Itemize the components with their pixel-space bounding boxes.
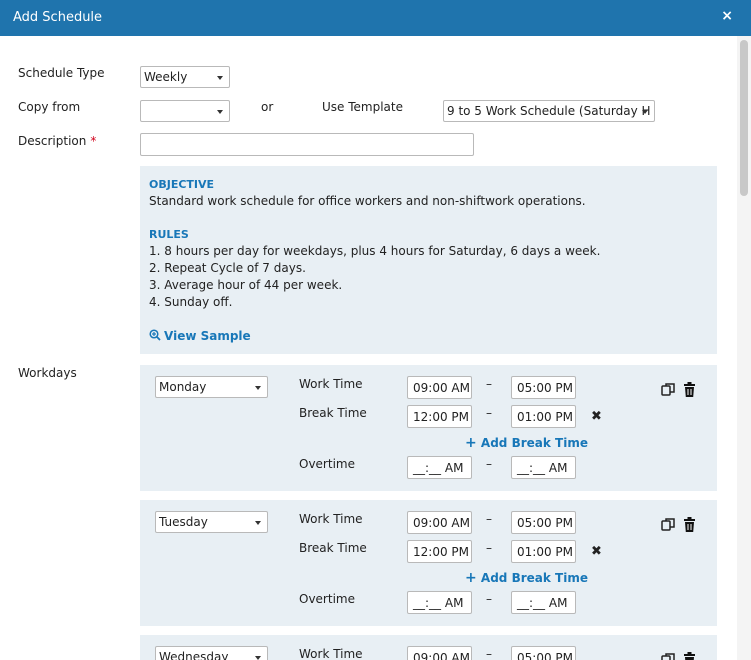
break-end-input[interactable]: 01:00 PM bbox=[511, 405, 576, 428]
template-select[interactable]: 9 to 5 Work Schedule (Saturday H bbox=[443, 100, 655, 122]
overtime-end-input[interactable]: __:__ AM bbox=[511, 591, 576, 614]
overtime-label: Overtime bbox=[299, 457, 355, 471]
or-label: or bbox=[261, 100, 274, 114]
trash-icon[interactable] bbox=[683, 517, 696, 532]
break-start-input[interactable]: 12:00 PM bbox=[407, 405, 472, 428]
rule-item: 3. Average hour of 44 per week. bbox=[149, 278, 343, 292]
overtime-label: Overtime bbox=[299, 592, 355, 606]
day-select[interactable]: Tuesday bbox=[155, 511, 268, 533]
workdays-label: Workdays bbox=[18, 366, 77, 380]
overtime-start-input[interactable]: __:__ AM bbox=[407, 456, 472, 479]
scrollbar-thumb[interactable] bbox=[740, 40, 748, 196]
zoom-in-icon bbox=[149, 329, 161, 341]
add-break-time-label: Add Break Time bbox=[480, 436, 588, 450]
rules-heading: RULES bbox=[149, 228, 189, 241]
work-start-input[interactable]: 09:00 AM bbox=[407, 646, 472, 660]
workday-card: Wednesday Work Time 09:00 AM – 05:00 PM bbox=[140, 635, 717, 660]
break-time-label: Break Time bbox=[299, 406, 367, 420]
day-select[interactable]: Wednesday bbox=[155, 646, 268, 660]
range-dash: – bbox=[486, 541, 492, 555]
schedule-type-label: Schedule Type bbox=[18, 66, 105, 80]
close-icon[interactable]: × bbox=[721, 8, 733, 24]
work-time-label: Work Time bbox=[299, 647, 363, 660]
range-dash: – bbox=[486, 457, 492, 471]
use-template-label: Use Template bbox=[322, 100, 403, 114]
work-start-input[interactable]: 09:00 AM bbox=[407, 376, 472, 399]
plus-icon: + bbox=[465, 435, 477, 451]
day-value: Monday bbox=[159, 380, 207, 394]
vertical-scrollbar[interactable] bbox=[737, 36, 751, 660]
day-select[interactable]: Monday bbox=[155, 376, 268, 398]
chevron-down-icon bbox=[642, 110, 648, 114]
rule-item: 1. 8 hours per day for weekdays, plus 4 … bbox=[149, 244, 601, 258]
break-time-label: Break Time bbox=[299, 541, 367, 555]
work-time-label: Work Time bbox=[299, 512, 363, 526]
rule-item: 2. Repeat Cycle of 7 days. bbox=[149, 261, 306, 275]
add-break-time-label: Add Break Time bbox=[480, 571, 588, 585]
day-value: Tuesday bbox=[159, 515, 208, 529]
work-end-input[interactable]: 05:00 PM bbox=[511, 646, 576, 660]
copy-from-select[interactable] bbox=[140, 100, 230, 122]
plus-icon: + bbox=[465, 570, 477, 586]
dialog-title: Add Schedule bbox=[13, 10, 103, 25]
chevron-down-icon bbox=[217, 110, 223, 114]
schedule-type-value: Weekly bbox=[144, 70, 188, 84]
description-label: Description * bbox=[18, 134, 96, 148]
chevron-down-icon bbox=[255, 656, 261, 660]
description-label-text: Description bbox=[18, 134, 87, 148]
work-end-input[interactable]: 05:00 PM bbox=[511, 511, 576, 534]
add-break-time-link[interactable]: + Add Break Time bbox=[465, 435, 588, 451]
chevron-down-icon bbox=[217, 76, 223, 80]
rule-item: 4. Sunday off. bbox=[149, 295, 233, 309]
copy-icon[interactable] bbox=[661, 517, 676, 532]
copy-icon[interactable] bbox=[661, 382, 676, 397]
day-value: Wednesday bbox=[159, 650, 229, 660]
work-start-input[interactable]: 09:00 AM bbox=[407, 511, 472, 534]
work-time-label: Work Time bbox=[299, 377, 363, 391]
range-dash: – bbox=[486, 406, 492, 420]
copy-from-label: Copy from bbox=[18, 100, 81, 114]
break-start-input[interactable]: 12:00 PM bbox=[407, 540, 472, 563]
objective-heading: OBJECTIVE bbox=[149, 178, 215, 191]
range-dash: – bbox=[486, 512, 492, 526]
overtime-start-input[interactable]: __:__ AM bbox=[407, 591, 472, 614]
range-dash: – bbox=[486, 647, 492, 660]
template-value: 9 to 5 Work Schedule (Saturday H bbox=[447, 104, 651, 118]
required-marker: * bbox=[90, 134, 97, 148]
overtime-end-input[interactable]: __:__ AM bbox=[511, 456, 576, 479]
workday-card: Monday Work Time 09:00 AM – 05:00 PM Bre… bbox=[140, 365, 717, 491]
copy-icon[interactable] bbox=[661, 652, 676, 660]
remove-x-icon[interactable]: ✖ bbox=[591, 409, 602, 424]
dialog-titlebar: Add Schedule × bbox=[0, 0, 751, 36]
range-dash: – bbox=[486, 377, 492, 391]
chevron-down-icon bbox=[255, 521, 261, 525]
template-info-panel: OBJECTIVE Standard work schedule for off… bbox=[140, 166, 717, 354]
add-break-time-link[interactable]: + Add Break Time bbox=[465, 570, 588, 586]
objective-text: Standard work schedule for office worker… bbox=[149, 194, 586, 208]
remove-x-icon[interactable]: ✖ bbox=[591, 544, 602, 559]
description-input[interactable] bbox=[140, 133, 474, 156]
chevron-down-icon bbox=[255, 386, 261, 390]
view-sample-link[interactable]: View Sample bbox=[149, 329, 251, 343]
trash-icon[interactable] bbox=[683, 652, 696, 660]
range-dash: – bbox=[486, 592, 492, 606]
trash-icon[interactable] bbox=[683, 382, 696, 397]
schedule-type-select[interactable]: Weekly bbox=[140, 66, 230, 88]
workday-card: Tuesday Work Time 09:00 AM – 05:00 PM Br… bbox=[140, 500, 717, 626]
work-end-input[interactable]: 05:00 PM bbox=[511, 376, 576, 399]
view-sample-label: View Sample bbox=[164, 329, 251, 343]
break-end-input[interactable]: 01:00 PM bbox=[511, 540, 576, 563]
